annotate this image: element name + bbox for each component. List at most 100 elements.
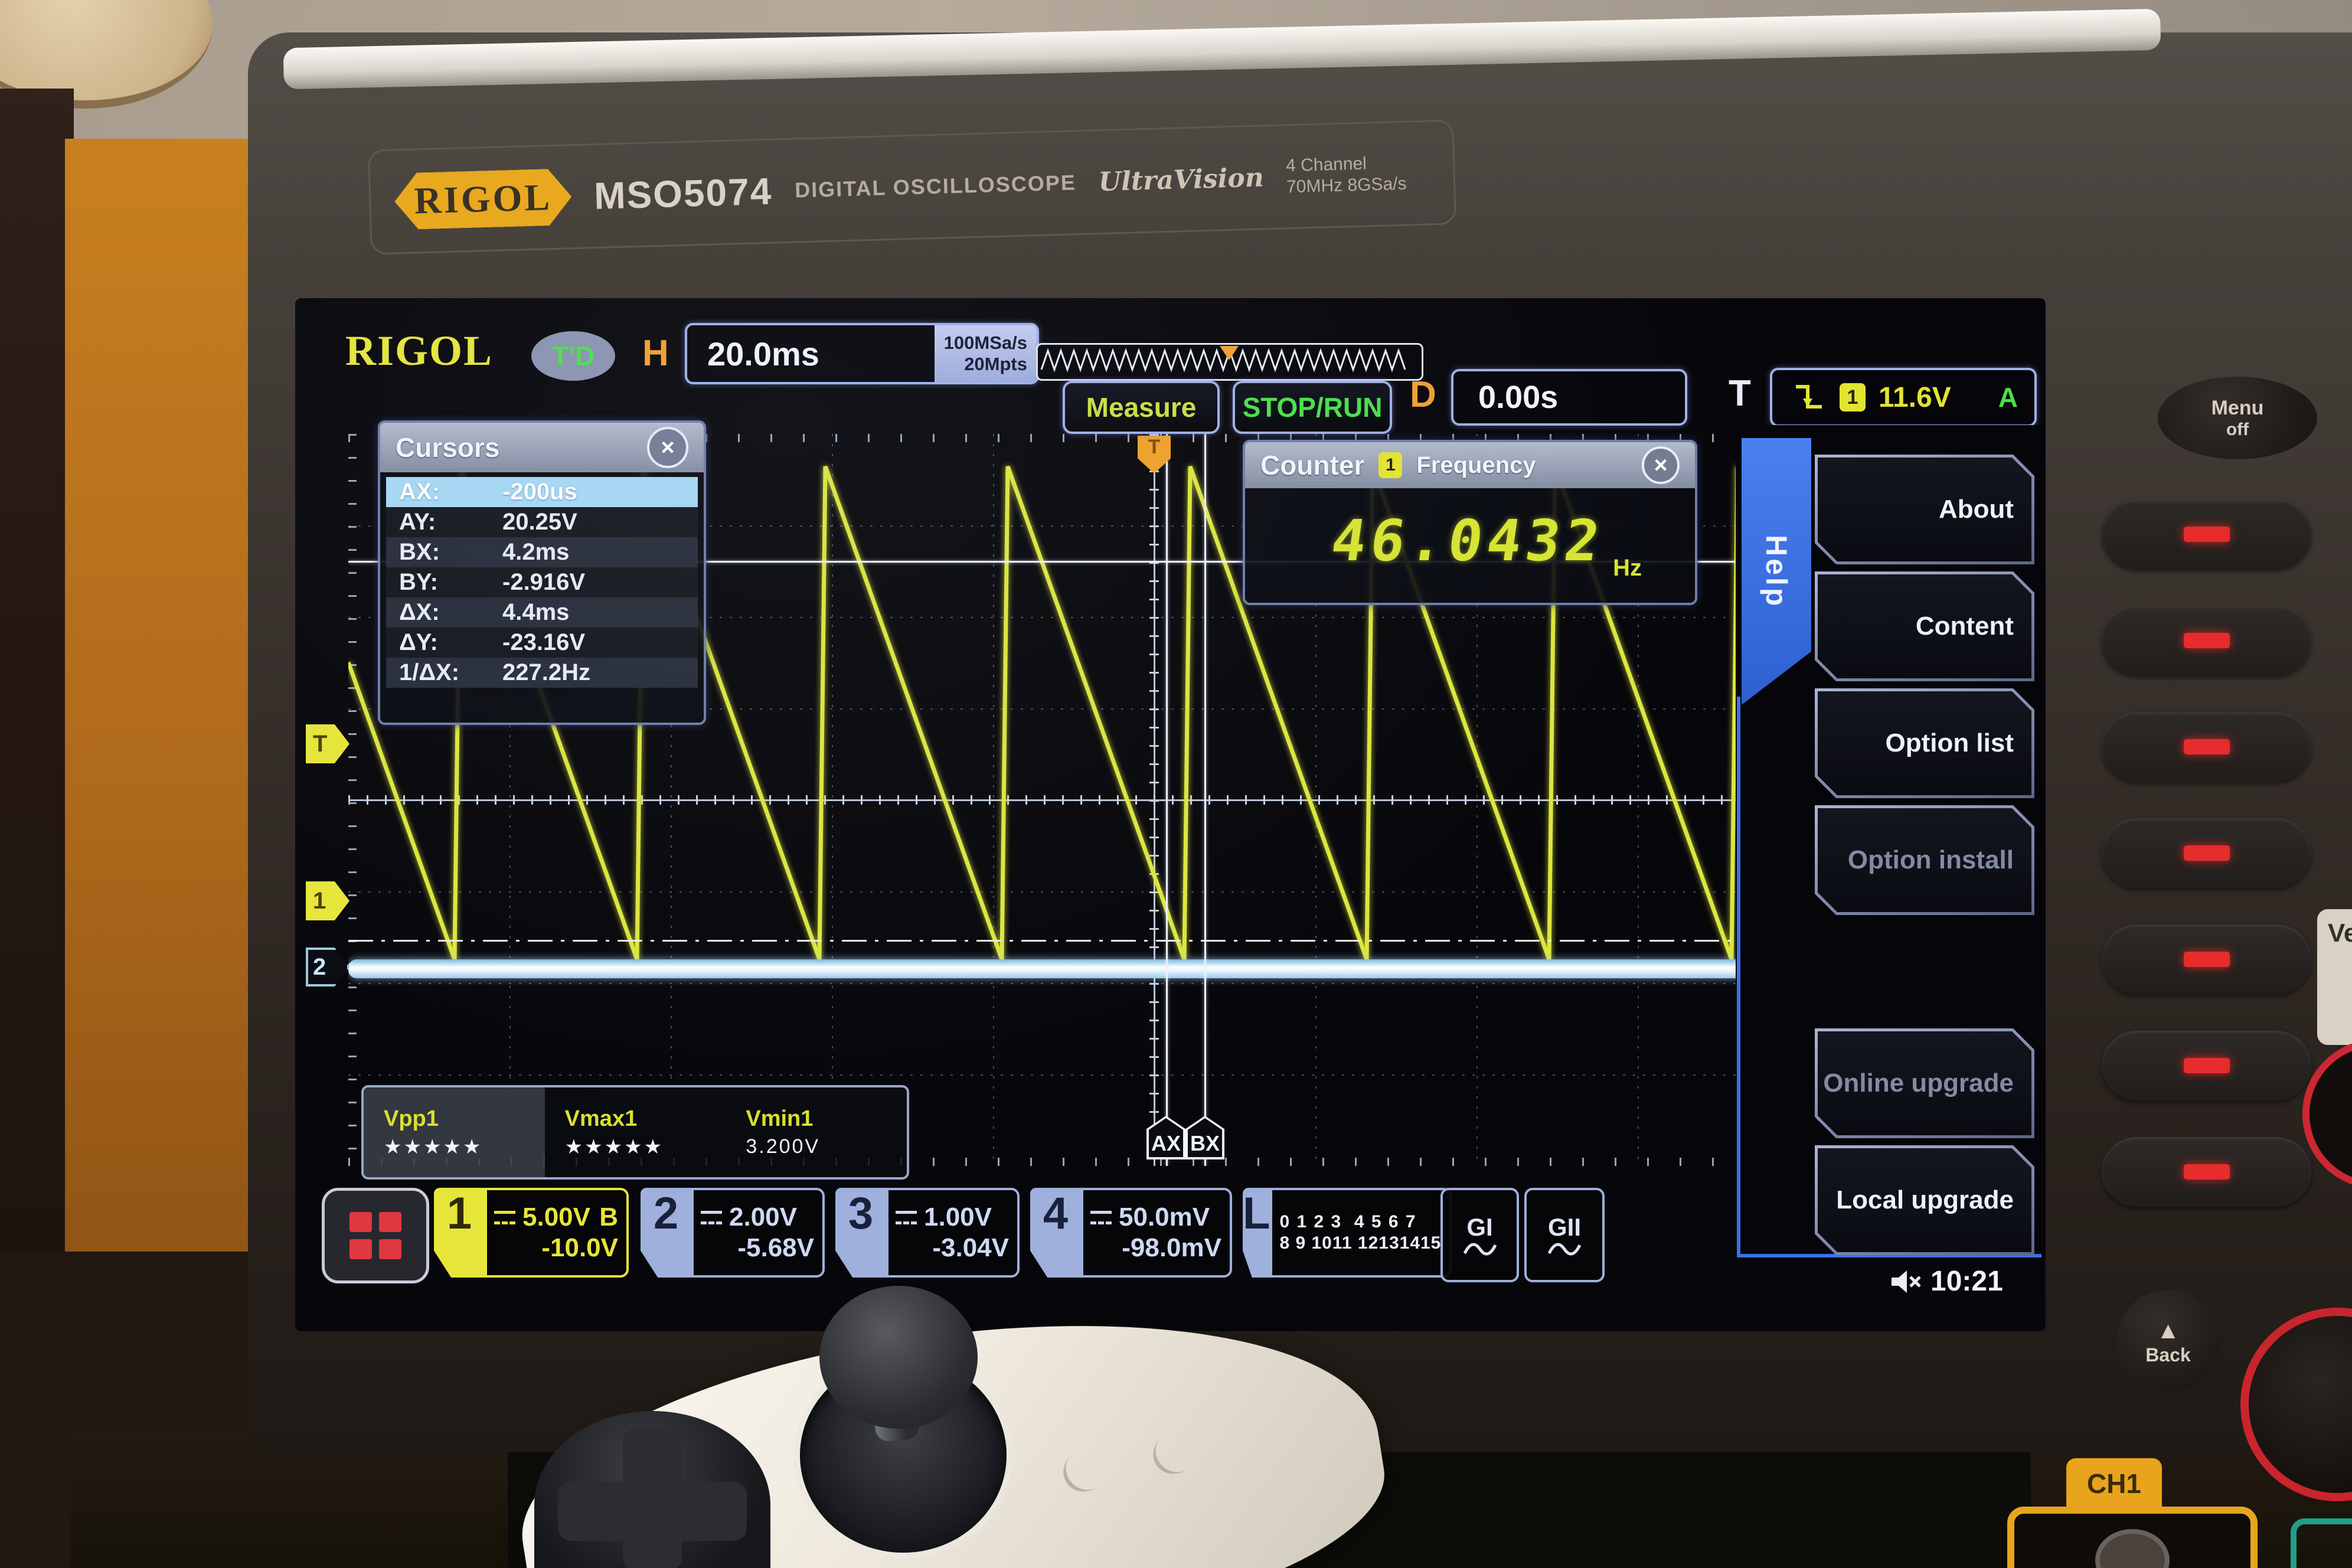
grid-icon [349,1212,401,1259]
counter-mode: Frequency [1416,452,1536,479]
delay-label: D [1410,374,1436,416]
horizontal-label: H [642,332,669,374]
cursor-row-ay[interactable]: AY:20.25V [386,507,698,537]
channel-4-status[interactable]: 4 50.0mV -98.0mV [1030,1188,1232,1278]
status-time-area: 10:21 [1889,1265,2003,1298]
channel2-flat-trace [348,959,1960,978]
waveform-overview-strip[interactable] [1036,343,1423,381]
sine-icon [1548,1242,1581,1257]
stop-run-button[interactable]: STOP/RUN [1233,381,1392,434]
lcd-screen: T AX BX T 1 2 RIGOL T'D H 20.0ms 100MSa/… [295,298,2046,1331]
grid-display-button[interactable] [322,1188,429,1283]
softkey-led [2184,527,2230,542]
softkey-led [2184,633,2230,648]
overview-position-marker [1220,346,1239,360]
channel2-position-marker[interactable]: 2 [306,948,349,986]
softkey-button-3[interactable] [2102,712,2311,782]
acquisition-info: 100MSa/s20Mpts [935,325,1037,382]
channel-number: 3 [835,1188,886,1278]
menu-item-content[interactable]: Content [1815,571,2034,681]
logic-label: L [1243,1188,1270,1278]
cursor-by-line[interactable] [348,940,1960,942]
measure-button[interactable]: Measure [1063,381,1220,434]
menu-item-option-list[interactable]: Option list [1815,688,2034,798]
generator-2-button[interactable]: GII [1524,1188,1605,1282]
close-icon[interactable]: × [1642,446,1680,484]
timebase-value: 20.0ms [687,335,819,373]
generator-1-button[interactable]: GI [1440,1188,1519,1282]
trigger-mode: A [1998,381,2018,413]
cursor-row-dx[interactable]: ΔX:4.4ms [386,597,698,628]
counter-panel-title: Counter [1260,449,1364,481]
measurement-vpp1[interactable]: Vpp1★★★★★ [364,1087,545,1177]
softkey-button-1[interactable] [2102,499,2311,569]
softkey-led [2184,1164,2230,1180]
trigger-info-box[interactable]: 1 11.6V A [1770,368,2037,427]
menu-item-local-upgrade[interactable]: Local upgrade [1815,1145,2034,1255]
back-button[interactable]: ▲ Back [2116,1290,2220,1393]
channel-number: 1 [434,1188,485,1278]
cursor-ax-line[interactable] [1166,434,1168,1166]
softkey-led [2184,739,2230,754]
counter-source-badge: 1 [1378,452,1402,478]
delay-value: 0.00s [1453,379,1558,416]
channel-2-status[interactable]: 2 2.00V -5.68V [641,1188,825,1278]
softkey-button-2[interactable] [2102,606,2311,675]
channel-number: 2 [641,1188,691,1278]
logic-channels-status[interactable]: L 0 1 2 3 4 5 6 7 8 9 1011 12131415 [1243,1188,1430,1278]
cursors-panel: Cursors × AX:-200us AY:20.25V BX:4.2ms B… [378,420,706,725]
speaker-muted-icon [1889,1268,1922,1295]
ultravision-logo: UltraVision [1098,162,1264,197]
clock-time: 10:21 [1930,1265,2003,1298]
close-icon[interactable]: × [647,427,688,468]
menu-edge-line [1737,697,1740,1257]
channel-3-status[interactable]: 3 1.00V -3.04V [835,1188,1020,1278]
softkey-led [2184,845,2230,861]
cursors-panel-titlebar[interactable]: Cursors × [380,423,704,472]
menu-item-about[interactable]: About [1815,455,2034,564]
softkey-button-4[interactable] [2102,818,2311,888]
dc-coupling-icon [494,1211,515,1224]
channel1-position-marker[interactable]: 1 [306,881,349,920]
cursor-row-freq[interactable]: 1/ΔX:227.2Hz [386,658,698,688]
ch1-bnc-connector[interactable] [2007,1507,2258,1568]
trigger-label: T [1729,373,1751,414]
vertical-section-label: Ve [2317,909,2352,1045]
dpad-horizontal-bar [558,1482,747,1541]
joystick-cap[interactable] [819,1286,978,1429]
menu-item-option-install[interactable]: Option install [1815,805,2034,915]
sine-icon [1464,1242,1497,1257]
menu-off-button[interactable]: Menu off [2158,377,2317,459]
device-specs: 4 Channel70MHz 8GSa/s [1286,152,1407,198]
model-number: MSO5074 [593,169,773,218]
ch1-bnc-label-tab: CH1 [2066,1458,2162,1509]
rigol-logo: RIGOL [394,168,573,230]
dc-coupling-icon [701,1211,722,1224]
softkey-button-7[interactable] [2102,1137,2311,1207]
tab-help[interactable]: Help [1742,438,1811,705]
counter-panel-titlebar[interactable]: Counter 1 Frequency × [1245,442,1695,488]
cursor-row-ax[interactable]: AX:-200us [386,477,698,507]
delay-box[interactable]: 0.00s [1451,369,1687,426]
background-orange-panel [65,139,269,1278]
dc-coupling-icon [896,1211,917,1224]
trigger-level-marker[interactable]: T [306,724,349,763]
cursor-bx-line[interactable] [1204,434,1206,1166]
softkey-led [2184,952,2230,967]
cursor-row-bx[interactable]: BX:4.2ms [386,537,698,567]
measurement-vmax1[interactable]: Vmax1★★★★★ [545,1087,726,1177]
measurement-vmin1[interactable]: Vmin13.200V [726,1087,907,1177]
softkey-button-5[interactable] [2102,925,2311,994]
cursor-row-dy[interactable]: ΔY:-23.16V [386,628,698,658]
channel-1-status[interactable]: 1 5.00V B -10.0V [434,1188,629,1278]
counter-panel: Counter 1 Frequency × 46.0432 Hz [1243,440,1697,605]
timebase-box[interactable]: 20.0ms 100MSa/s20Mpts [685,323,1039,384]
screen-brand-logo: RIGOL [345,326,493,375]
trigger-source-badge: 1 [1840,383,1866,411]
falling-edge-icon [1794,381,1824,414]
channel-number: 4 [1030,1188,1081,1278]
counter-value: 46.0432 [1327,508,1608,574]
softkey-button-6[interactable] [2102,1031,2311,1100]
menu-item-online-upgrade[interactable]: Online upgrade [1815,1028,2034,1138]
cursor-row-by[interactable]: BY:-2.916V [386,567,698,597]
